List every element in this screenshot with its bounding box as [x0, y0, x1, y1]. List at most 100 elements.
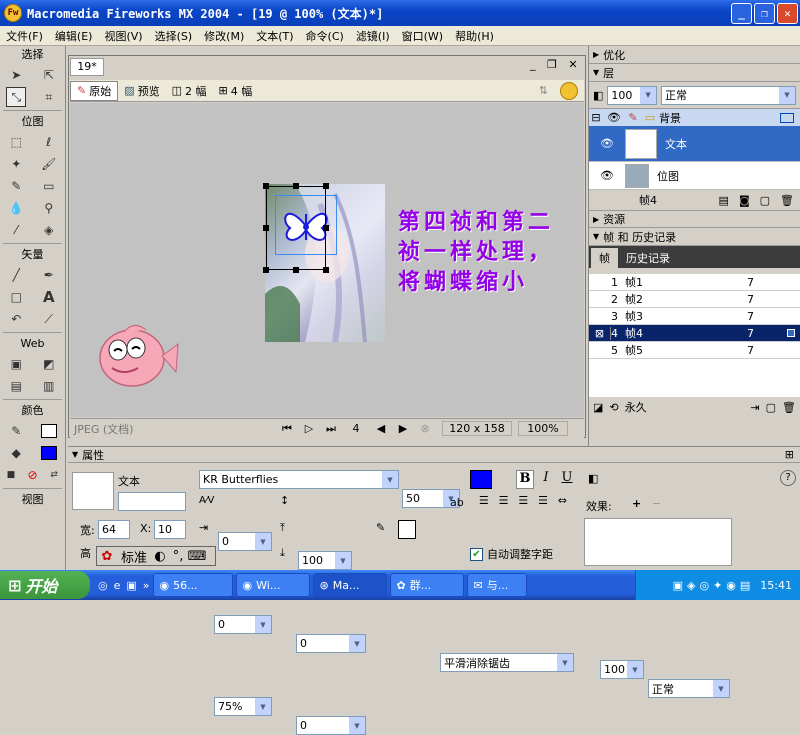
menu-help[interactable]: 帮助(H)	[449, 28, 500, 44]
maximize-button[interactable]: ❐	[754, 2, 775, 24]
subselect-tool-icon[interactable]: ⇱	[39, 65, 59, 85]
tray-icon[interactable]: ◈	[687, 579, 695, 592]
stop-icon[interactable]: ⊗	[414, 422, 436, 435]
align-right-icon[interactable]: ☰	[518, 494, 528, 513]
x-input[interactable]: 10	[154, 520, 186, 539]
bold-button[interactable]: B	[516, 470, 534, 489]
hotspot-tool-icon[interactable]: ▣	[6, 354, 26, 374]
scale-dropdown[interactable]: 75% ▼	[214, 697, 272, 716]
align-center-icon[interactable]: ☰	[499, 494, 509, 513]
effects-list[interactable]	[584, 518, 732, 566]
auto-kern-checkbox[interactable]: ✔	[470, 547, 483, 561]
layers-panel-header[interactable]: ▼ 层	[589, 64, 800, 82]
menu-select[interactable]: 选择(S)	[149, 28, 199, 44]
properties-panel-header[interactable]: ▼ 属性 ⊞	[68, 447, 800, 463]
transform-handle[interactable]	[293, 267, 299, 273]
fill-color-swatch[interactable]	[39, 443, 59, 463]
blur-tool-icon[interactable]: 💧	[6, 198, 26, 218]
next-frame-button[interactable]: ▶	[392, 422, 414, 435]
stroke-color-swatch[interactable]	[39, 421, 59, 441]
edit-pencil-icon[interactable]: ✎	[625, 111, 641, 124]
loop-count-label[interactable]: 永久	[625, 399, 745, 415]
onion-skin-toggle-icon[interactable]: ◪	[593, 401, 603, 414]
task-button-active[interactable]: ⊛ Ma...	[312, 573, 387, 597]
stroke-color-icon[interactable]: ✎	[6, 421, 26, 441]
indent-dropdown[interactable]: 0 ▼	[214, 615, 272, 634]
no-stroke-icon[interactable]: ⊘	[22, 465, 42, 485]
transform-handle[interactable]	[323, 267, 329, 273]
quick-export-icon[interactable]: ⇅	[533, 81, 554, 101]
task-button[interactable]: ✿ 群...	[389, 573, 464, 597]
transform-handle[interactable]	[323, 183, 329, 189]
italic-button[interactable]: I	[537, 470, 555, 489]
ime-logo-icon[interactable]: ✿	[97, 549, 117, 564]
font-family-dropdown[interactable]: KR Butterflies ▼	[199, 470, 399, 489]
frame-row[interactable]: 2 帧2 7	[589, 291, 800, 308]
play-button[interactable]: ▷	[298, 422, 320, 435]
doc-restore-icon[interactable]: ❐	[547, 58, 557, 71]
new-folder-icon[interactable]: ▤	[719, 194, 729, 207]
frame-row[interactable]: 1 帧1 7	[589, 274, 800, 291]
antialias-dropdown[interactable]: 平滑消除锯齿 ▼	[440, 653, 574, 672]
marquee-tool-icon[interactable]: ⬚	[6, 132, 26, 152]
eye-icon[interactable]: 👁	[603, 111, 625, 124]
prev-frame-button[interactable]: ◀	[370, 422, 392, 435]
menu-edit[interactable]: 编辑(E)	[49, 28, 99, 44]
ime-keyboard-icon[interactable]: ⌨	[187, 549, 207, 564]
panel-options-icon[interactable]: ⊞	[785, 448, 794, 461]
loop-icon[interactable]: ⟲	[609, 401, 618, 414]
menu-filters[interactable]: 滤镜(I)	[350, 28, 396, 44]
remove-effect-icon[interactable]: −	[652, 497, 661, 510]
assets-panel-header[interactable]: ▶ 资源	[589, 210, 800, 228]
leading-dropdown[interactable]: 100 ▼	[298, 551, 352, 570]
show-slices-icon[interactable]: ▥	[39, 376, 59, 396]
onion-skin-icon[interactable]: ⊠	[589, 326, 611, 340]
eye-icon[interactable]: 👁	[589, 137, 625, 150]
magic-wand-tool-icon[interactable]: ✦	[6, 154, 26, 174]
align-left-icon[interactable]: ☰	[479, 494, 489, 513]
transform-handle[interactable]	[263, 183, 269, 189]
close-button[interactable]: ✕	[777, 2, 798, 24]
fill-color-icon[interactable]: ◆	[6, 443, 26, 463]
doc-minimize-icon[interactable]: _	[530, 58, 536, 71]
task-button[interactable]: ◉ Wi...	[235, 573, 310, 597]
delete-frame-icon[interactable]: 🗑	[782, 401, 796, 414]
justify-icon[interactable]: ☰	[538, 494, 548, 513]
menu-view[interactable]: 视图(V)	[98, 28, 148, 44]
freeform-tool-icon[interactable]: ↶	[6, 309, 26, 329]
transform-handle[interactable]	[263, 267, 269, 273]
ime-moon-icon[interactable]: ◐	[151, 549, 169, 564]
help-icon[interactable]: ?	[780, 470, 796, 486]
line-tool-icon[interactable]: ╱	[6, 265, 26, 285]
eraser-tool-icon[interactable]: ▭	[39, 176, 59, 196]
start-button[interactable]: ⊞ 开始	[0, 571, 90, 599]
transform-handle[interactable]	[323, 225, 329, 231]
tab-frames[interactable]: 帧	[591, 248, 618, 268]
frame-row[interactable]: 3 帧3 7	[589, 308, 800, 325]
stretch-icon[interactable]: ⇔	[558, 494, 567, 513]
lasso-tool-icon[interactable]: ℓ	[39, 132, 59, 152]
brush-tool-icon[interactable]: 🖌	[39, 154, 59, 174]
frame-row-selected[interactable]: ⊠ 4 帧4 7	[589, 325, 800, 342]
tray-icon[interactable]: ◉	[726, 579, 736, 592]
tab-preview[interactable]: ▨ 预览	[118, 81, 165, 101]
quicklaunch-icon[interactable]: ▣	[126, 579, 136, 592]
underline-button[interactable]: U	[558, 470, 576, 489]
layer-row-bitmap[interactable]: 👁 位图	[589, 162, 800, 190]
tray-icon[interactable]: ▣	[673, 579, 683, 592]
tray-icon[interactable]: ◎	[699, 579, 709, 592]
rubber-stamp-tool-icon[interactable]: ⚲	[39, 198, 59, 218]
add-effect-icon[interactable]: +	[632, 497, 641, 510]
menu-file[interactable]: 文件(F)	[0, 28, 49, 44]
tray-icon[interactable]: ▤	[740, 579, 750, 592]
optimize-panel-header[interactable]: ▶ 优化	[589, 46, 800, 64]
text-color-swatch[interactable]	[470, 470, 492, 489]
tab-4-up[interactable]: ⊞ 4 幅	[213, 81, 259, 101]
hide-slices-icon[interactable]: ▤	[6, 376, 26, 396]
menu-text[interactable]: 文本(T)	[250, 28, 299, 44]
frames-history-panel-header[interactable]: ▼ 帧 和 历史记录	[589, 228, 800, 246]
add-mask-icon[interactable]: ◙	[739, 194, 750, 207]
layer-blend-dropdown[interactable]: 正常 ▼	[661, 85, 796, 105]
trash-icon[interactable]: 🗑	[780, 194, 794, 207]
pen-tool-icon[interactable]: ✒	[39, 265, 59, 285]
